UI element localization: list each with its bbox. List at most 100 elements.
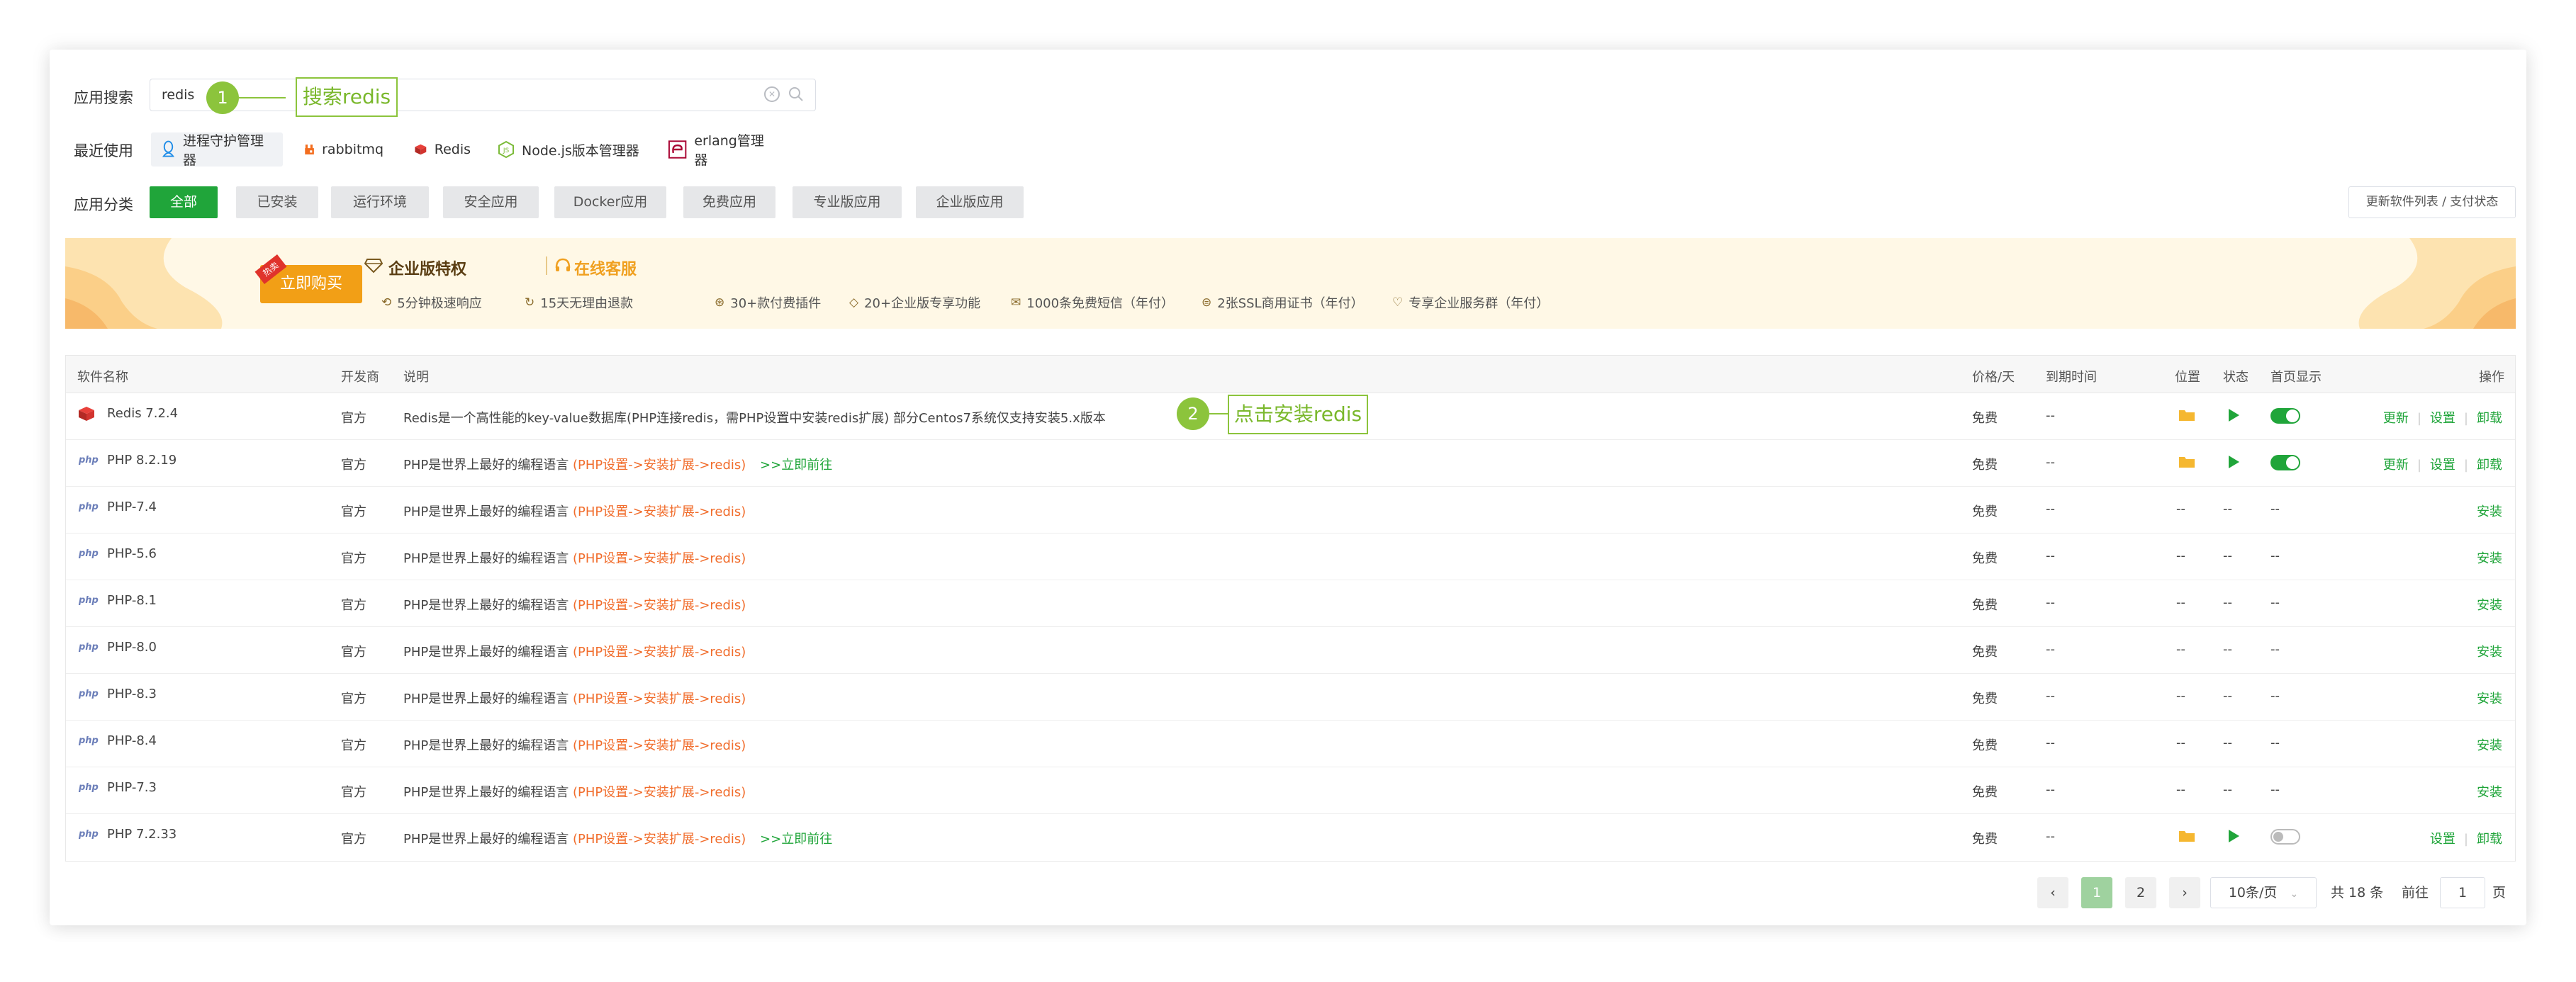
page-2-button[interactable]: 2 <box>2125 877 2156 908</box>
update-software-list-button[interactable]: 更新软件列表 / 支付状态 <box>2348 186 2516 218</box>
install-hint: (PHP设置->安装扩展->redis) <box>572 551 746 566</box>
vendor: 官方 <box>341 504 366 519</box>
tab-installed[interactable]: 已安装 <box>236 186 318 218</box>
tab-all[interactable]: 全部 <box>150 186 218 218</box>
play-icon[interactable] <box>2227 408 2240 426</box>
price: 免费 <box>1972 458 1998 473</box>
diamond-icon <box>364 258 383 276</box>
tab-enterprise[interactable]: 企业版应用 <box>916 186 1024 218</box>
price: 免费 <box>1972 411 1998 426</box>
recent-item-rabbitmq[interactable]: rabbitmq <box>294 132 393 167</box>
row-actions: 安装 <box>2477 782 2502 801</box>
feature-refund: ↻ 15天无理由退款 <box>525 295 634 311</box>
goto-label: 前往 <box>2402 885 2429 901</box>
php-icon: php <box>79 735 99 746</box>
next-page-button[interactable]: › <box>2169 877 2200 908</box>
expire-date: -- <box>2046 595 2055 610</box>
tab-pro[interactable]: 专业版应用 <box>793 186 902 218</box>
goto-page-input[interactable]: 1 <box>2440 877 2485 908</box>
software-name: Redis 7.2.4 <box>107 406 179 421</box>
action-install-button[interactable]: 安装 <box>2477 785 2502 800</box>
play-icon[interactable] <box>2227 455 2240 473</box>
vendor: 官方 <box>341 738 366 753</box>
row-actions: 安装 <box>2477 595 2502 614</box>
action-uninstall-button[interactable]: 卸载 <box>2477 411 2502 426</box>
home-display-empty: -- <box>2270 548 2280 563</box>
home-display-toggle[interactable] <box>2270 829 2300 845</box>
col-expire: 到期时间 <box>2046 370 2097 385</box>
recent-item-redis[interactable]: Redis <box>404 132 481 167</box>
action-install-button[interactable]: 安装 <box>2477 504 2502 519</box>
php-icon: php <box>79 782 99 793</box>
action-uninstall-button[interactable]: 卸载 <box>2477 458 2502 473</box>
search-input[interactable]: redis ✕ <box>150 79 816 111</box>
table-header: 软件名称 开发商 说明 价格/天 到期时间 位置 状态 首页显示 操作 <box>66 356 2515 393</box>
tab-runtime[interactable]: 运行环境 <box>331 186 429 218</box>
location-empty: -- <box>2176 502 2185 517</box>
page-size-value: 10条/页 <box>2228 885 2278 901</box>
action-install-button[interactable]: 安装 <box>2477 645 2502 660</box>
page-size-select[interactable]: 10条/页 ⌄ <box>2210 877 2317 908</box>
action-settings-button[interactable]: 设置 <box>2430 458 2455 473</box>
install-hint: (PHP设置->安装扩展->redis) <box>572 785 746 800</box>
tab-security[interactable]: 安全应用 <box>443 186 539 218</box>
vendor: 官方 <box>341 785 366 800</box>
plugin-icon: ⊛ <box>715 295 725 310</box>
online-service-link[interactable]: 在线客服 <box>574 256 637 279</box>
recent-item-process-guard[interactable]: 进程守护管理器 <box>151 132 283 168</box>
action-uninstall-button[interactable]: 卸载 <box>2477 832 2502 847</box>
action-update-button[interactable]: 更新 <box>2383 458 2409 473</box>
software-name: PHP-8.4 <box>107 733 157 748</box>
action-install-button[interactable]: 安装 <box>2477 738 2502 753</box>
description: PHP是世界上最好的编程语言 (PHP设置->安装扩展->redis) <box>403 738 746 753</box>
folder-icon[interactable] <box>2178 455 2195 473</box>
php-icon: php <box>79 642 99 653</box>
action-settings-button[interactable]: 设置 <box>2430 832 2455 847</box>
penguin-icon <box>162 140 175 157</box>
category-label: 应用分类 <box>74 196 133 213</box>
callout-line-1 <box>239 97 286 98</box>
prev-page-button[interactable]: ‹ <box>2037 877 2068 908</box>
rabbitmq-icon <box>305 145 314 154</box>
table-row: php PHP-8.4 官方 PHP是世界上最好的编程语言 (PHP设置->安装扩展-… <box>66 720 2515 767</box>
recent-item-nodejs[interactable]: JS Node.js版本管理器 <box>488 132 651 167</box>
action-install-button[interactable]: 安装 <box>2477 551 2502 566</box>
expire-date: -- <box>2046 735 2055 750</box>
row-actions: 安装 <box>2477 642 2502 660</box>
diamond-small-icon: ◇ <box>849 295 859 310</box>
tab-free[interactable]: 免费应用 <box>683 186 775 218</box>
action-update-button[interactable]: 更新 <box>2383 411 2409 426</box>
action-install-button[interactable]: 安装 <box>2477 692 2502 706</box>
play-icon[interactable] <box>2227 829 2240 847</box>
vendor: 官方 <box>341 832 366 847</box>
col-actions: 操作 <box>2479 370 2504 385</box>
mail-icon: ✉ <box>1011 295 1021 310</box>
tab-docker[interactable]: Docker应用 <box>554 186 666 218</box>
action-settings-button[interactable]: 设置 <box>2430 411 2455 426</box>
price: 免费 <box>1972 598 1998 613</box>
software-name: PHP 7.2.33 <box>107 827 177 842</box>
feature-service-group: ♡ 专享企业服务群（年付） <box>1392 295 1550 311</box>
install-hint: (PHP设置->安装扩展->redis) <box>572 504 746 519</box>
folder-icon[interactable] <box>2178 408 2195 426</box>
install-hint: (PHP设置->安装扩展->redis) <box>572 645 746 660</box>
home-display-toggle[interactable] <box>2270 408 2300 424</box>
callout-box-1: 搜索redis <box>296 77 398 117</box>
col-home-display: 首页显示 <box>2270 370 2322 385</box>
home-display-toggle[interactable] <box>2270 455 2300 470</box>
folder-icon[interactable] <box>2178 829 2195 847</box>
feature-fast-response: ⟲ 5分钟极速响应 <box>381 295 482 311</box>
vendor: 官方 <box>341 645 366 660</box>
lightning-icon: ⟲ <box>381 295 392 310</box>
expire-date: -- <box>2046 455 2055 470</box>
search-icon[interactable] <box>788 86 804 105</box>
go-now-link[interactable]: >>立即前往 <box>760 458 832 473</box>
action-install-button[interactable]: 安装 <box>2477 598 2502 613</box>
enterprise-privilege-title: 企业版特权 <box>388 261 467 278</box>
page-1-button[interactable]: 1 <box>2081 877 2112 908</box>
recent-item-label: Redis <box>434 142 471 157</box>
recent-item-erlang[interactable]: erlang管理器 <box>658 132 785 168</box>
clear-icon[interactable]: ✕ <box>764 86 780 102</box>
go-now-link[interactable]: >>立即前往 <box>760 832 832 847</box>
description: PHP是世界上最好的编程语言 (PHP设置->安装扩展->redis) <box>403 692 746 706</box>
